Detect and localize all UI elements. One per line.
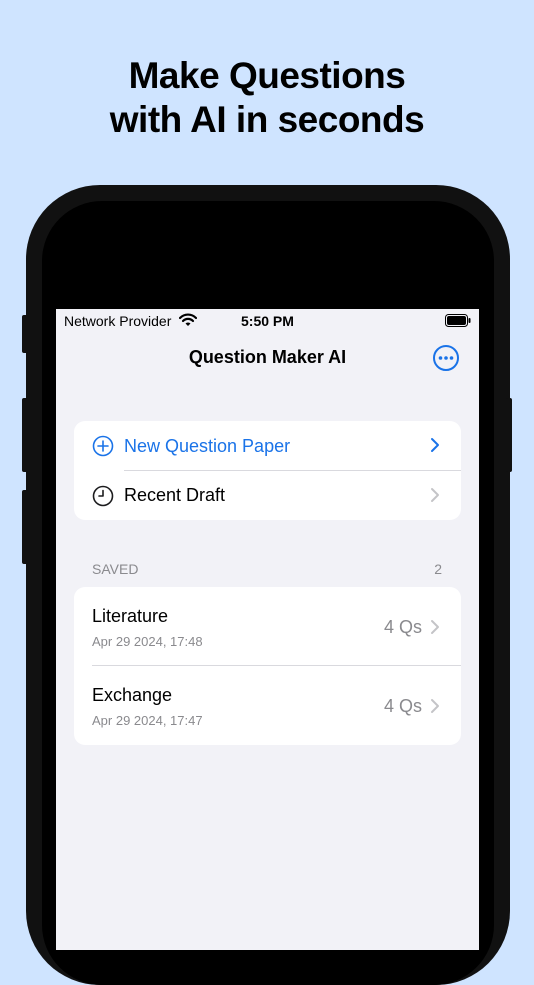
network-provider: Network Provider: [64, 313, 172, 329]
more-options-button[interactable]: [432, 344, 460, 372]
promo-headline: Make Questions with AI in seconds: [0, 54, 534, 142]
status-bar: Network Provider 5:50 PM: [56, 309, 479, 333]
status-time: 5:50 PM: [241, 313, 294, 329]
chevron-right-icon: [430, 487, 440, 508]
actions-card: New Question Paper Recent Draft: [74, 421, 461, 520]
saved-count: 2: [434, 561, 442, 577]
wifi-icon: [178, 313, 198, 330]
headline-line-1: Make Questions: [128, 55, 406, 96]
list-item[interactable]: Literature Apr 29 2024, 17:48 4 Qs: [74, 587, 461, 665]
new-question-paper-label: New Question Paper: [124, 436, 291, 456]
ellipsis-circle-icon: [433, 345, 459, 371]
list-item[interactable]: Exchange Apr 29 2024, 17:47 4 Qs: [74, 666, 461, 745]
phone-volume-up: [22, 398, 28, 472]
battery-icon: [445, 314, 471, 330]
item-title: Exchange: [92, 685, 173, 705]
page-title: Question Maker AI: [188, 347, 347, 367]
saved-list-card: Literature Apr 29 2024, 17:48 4 Qs Excha…: [74, 587, 461, 745]
chevron-right-icon: [430, 437, 440, 458]
plus-circle-icon: [92, 435, 114, 462]
headline-line-2: with AI in seconds: [109, 99, 425, 140]
chevron-right-icon: [430, 619, 440, 640]
item-date: Apr 29 2024, 17:47: [92, 713, 203, 728]
item-title: Literature: [92, 606, 169, 626]
chevron-right-icon: [430, 698, 440, 719]
item-question-count: 4 Qs: [383, 696, 422, 716]
clock-icon: [92, 485, 114, 512]
phone-power-button: [506, 398, 512, 472]
saved-section-header: SAVED: [92, 561, 139, 577]
phone-volume-down: [22, 490, 28, 564]
recent-draft-row[interactable]: Recent Draft: [74, 471, 461, 520]
new-question-paper-row[interactable]: New Question Paper: [74, 421, 461, 470]
item-question-count: 4 Qs: [383, 617, 422, 637]
recent-draft-label: Recent Draft: [124, 485, 226, 505]
navigation-bar: Question Maker AI: [56, 337, 479, 377]
item-date: Apr 29 2024, 17:48: [92, 634, 203, 649]
app-screen: Network Provider 5:50 PM Question Maker …: [56, 309, 479, 950]
phone-side-button: [22, 315, 28, 353]
